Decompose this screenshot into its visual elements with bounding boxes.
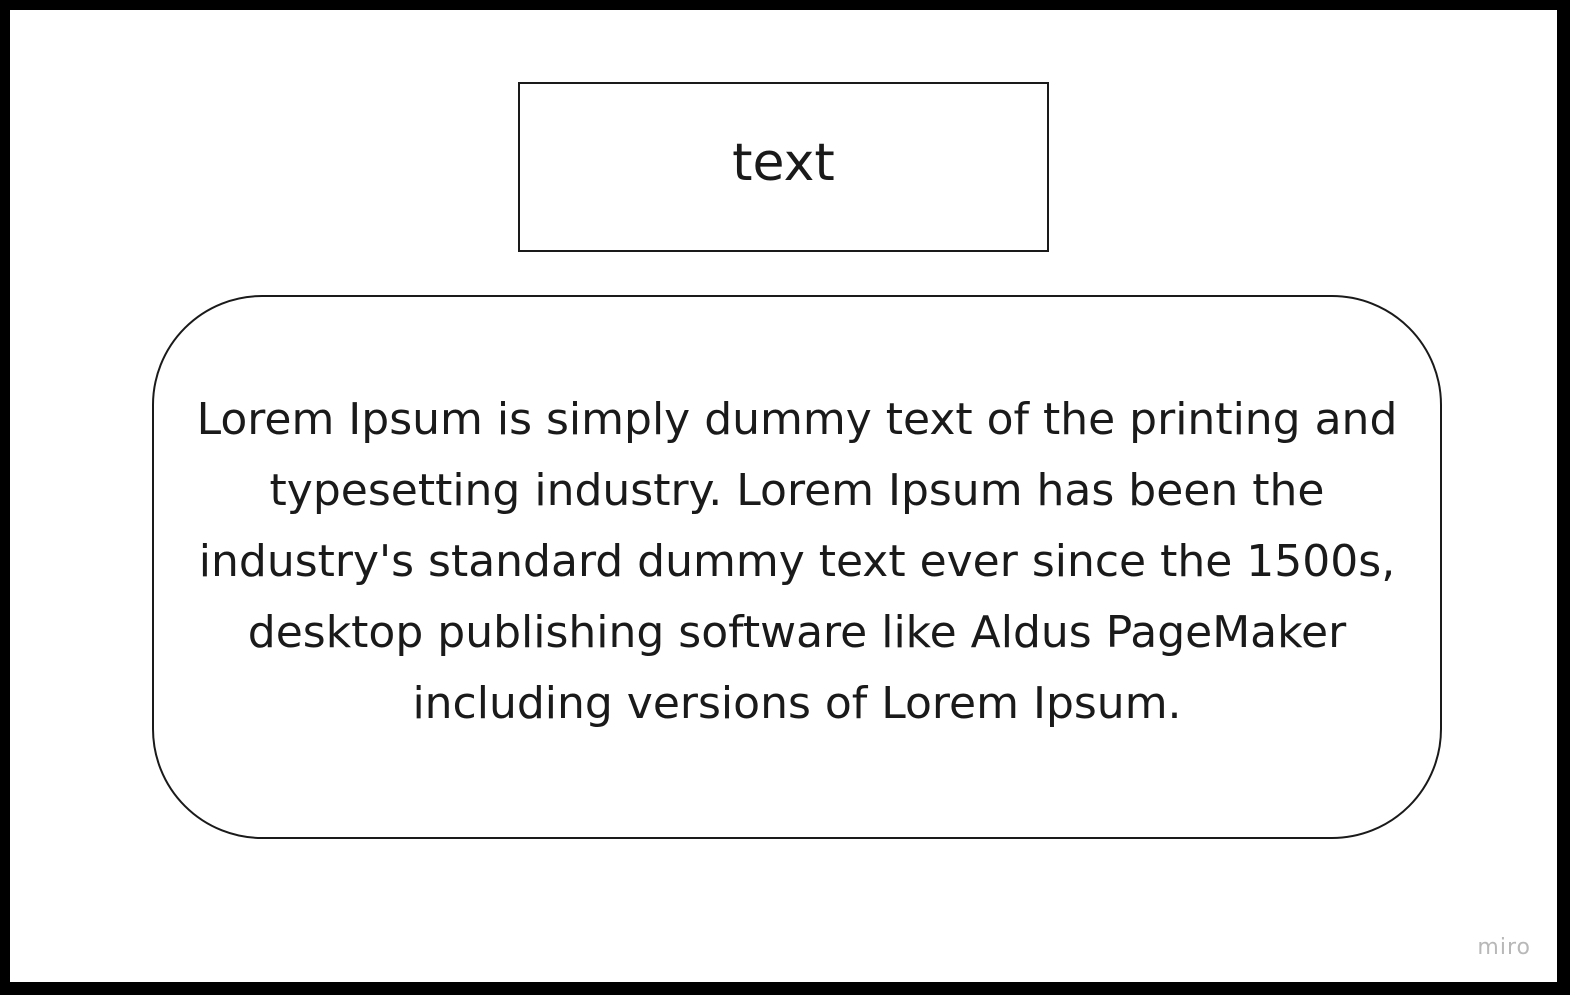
rounded-rectangle-text: Lorem Ipsum is simply dummy text of the … bbox=[196, 393, 1398, 729]
text-rectangle-shape[interactable]: text bbox=[518, 82, 1049, 252]
text-rectangle-label: text bbox=[732, 133, 835, 193]
miro-watermark-logo: miro bbox=[1477, 935, 1531, 960]
rounded-rectangle-shape[interactable]: Lorem Ipsum is simply dummy text of the … bbox=[152, 295, 1442, 839]
board-canvas: text Lorem Ipsum is simply dummy text of… bbox=[10, 10, 1557, 982]
